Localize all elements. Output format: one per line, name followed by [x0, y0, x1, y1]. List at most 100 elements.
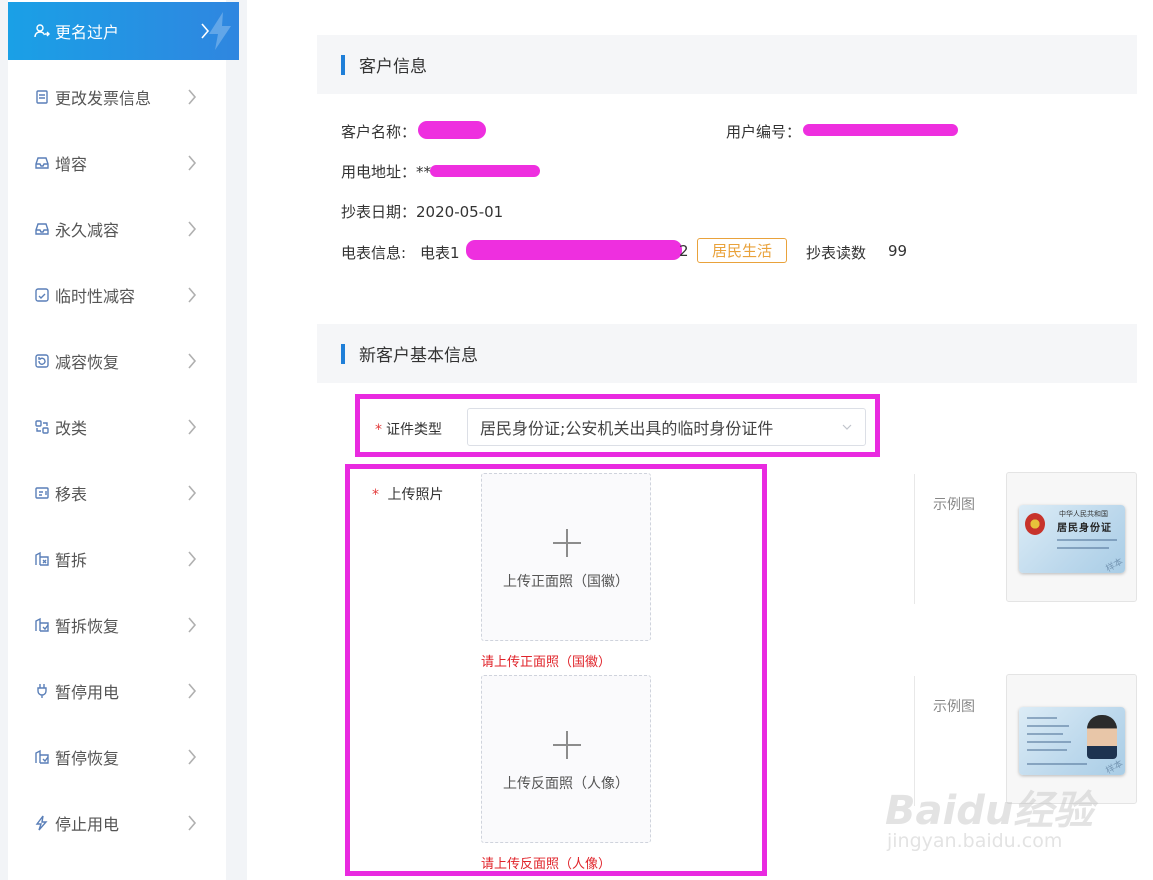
chevron-right-icon — [188, 749, 197, 765]
user-switch-icon — [31, 22, 53, 40]
plus-icon — [553, 731, 581, 759]
temp-reduce-icon — [31, 286, 53, 304]
chevron-right-icon — [188, 353, 197, 369]
sidebar-item-invoice[interactable]: 更改发票信息 — [8, 68, 226, 126]
chevron-right-icon — [188, 485, 197, 501]
upload-label-text: 上传照片 — [387, 487, 444, 503]
sidebar-item-label: 减容恢复 — [55, 353, 120, 372]
sidebar-item-category-change[interactable]: 改类 — [8, 398, 226, 456]
redaction-mark — [430, 165, 540, 177]
app-root: 更名过户 更改发票信息 增容 永久减容 临时性减容 减容恢复 改类 移表 暂拆 … — [0, 0, 1153, 880]
reading-value: 99 — [888, 242, 908, 260]
sidebar-item-label: 更名过户 — [55, 23, 120, 42]
chevron-right-icon — [188, 617, 197, 633]
meter-name: 电表1 — [420, 244, 460, 262]
section-accent-bar — [341, 343, 345, 364]
sidebar-item-permanent-reduce[interactable]: 永久减容 — [8, 200, 226, 258]
plus-icon — [553, 529, 581, 557]
sidebar-item-temp-reduce[interactable]: 临时性减容 — [8, 266, 226, 324]
upload-front-text: 上传正面照（国徽） — [503, 574, 629, 590]
section-title: 客户信息 — [359, 57, 427, 77]
sample-divider — [914, 474, 915, 604]
sidebar-item-label: 临时性减容 — [55, 287, 136, 306]
redaction-mark — [466, 240, 682, 260]
customer-info-header: 客户信息 — [317, 35, 1137, 94]
section-title: 新客户基本信息 — [359, 346, 478, 366]
sidebar-item-reduce-restore[interactable]: 减容恢复 — [8, 332, 226, 390]
card-text-line — [1027, 717, 1057, 719]
sidebar-item-temp-remove-restore[interactable]: 暂拆恢复 — [8, 596, 226, 654]
chevron-right-icon — [188, 155, 197, 171]
user-number-row: 用户编号： — [726, 121, 801, 142]
upload-label: * 上传照片 — [372, 484, 443, 504]
card-sample-stamp: 样本 — [1104, 758, 1125, 775]
invoice-icon — [31, 88, 53, 106]
baidu-jingyan-watermark: Baidu经验 jingyan.baidu.com — [885, 770, 1095, 865]
chevron-right-icon — [188, 89, 197, 105]
new-customer-header: 新客户基本信息 — [317, 324, 1137, 383]
card-text-line — [1027, 741, 1071, 743]
id-type-select[interactable]: 居民身份证;公安机关出具的临时身份证件 — [467, 408, 866, 446]
sidebar-item-capacity-increase[interactable]: 增容 — [8, 134, 226, 192]
sidebar-item-label: 暂拆 — [55, 551, 88, 570]
chevron-right-icon — [188, 683, 197, 699]
meter-move-icon — [31, 484, 53, 502]
chevron-right-icon — [188, 287, 197, 303]
read-date-label: 抄表日期： — [341, 203, 417, 221]
temp-remove-restore-icon — [31, 616, 53, 634]
meter-info-label: 电表信息: — [341, 244, 407, 262]
card-text-line — [1057, 547, 1109, 549]
capacity-increase-icon — [31, 154, 53, 172]
meter-category-tag: 居民生活 — [697, 238, 787, 263]
address-value: ** — [416, 163, 432, 181]
user-number-label: 用户编号： — [726, 123, 802, 141]
sidebar-item-label: 暂停恢复 — [55, 749, 120, 768]
sidebar-item-label: 暂停用电 — [55, 683, 120, 702]
chevron-right-icon — [188, 551, 197, 567]
sample-front-image[interactable]: 中华人民共和国 居民身份证 样本 — [1006, 472, 1137, 602]
id-card-back-illustration: 样本 — [1019, 707, 1125, 775]
sidebar-item-label: 改类 — [55, 419, 88, 438]
customer-name-row: 客户名称： — [341, 121, 416, 142]
redaction-mark — [418, 121, 486, 139]
sidebar-item-pause-restore[interactable]: 暂停恢复 — [8, 728, 226, 786]
chevron-right-icon — [188, 815, 197, 831]
upload-back-photo[interactable]: 上传反面照（人像） — [481, 675, 651, 843]
card-id-number-line — [1027, 763, 1087, 765]
card-text-line — [1027, 725, 1069, 727]
national-emblem-icon — [1025, 513, 1045, 535]
sidebar-item-pause-power[interactable]: 暂停用电 — [8, 662, 226, 720]
section-accent-bar — [341, 54, 345, 75]
id-card-front-illustration: 中华人民共和国 居民身份证 样本 — [1019, 505, 1125, 573]
sample-label-front: 示例图 — [933, 497, 975, 513]
card-text-line — [1027, 749, 1067, 751]
upload-back-error: 请上传反面照（人像） — [481, 857, 612, 872]
portrait-photo — [1087, 715, 1117, 759]
sidebar-item-stop-power[interactable]: 停止用电 — [8, 794, 226, 852]
reading-label: 抄表读数 — [806, 244, 867, 262]
card-text-line — [1057, 539, 1117, 541]
card-sample-stamp: 样本 — [1104, 556, 1125, 573]
id-type-label-text: 证件类型 — [386, 422, 442, 438]
category-change-icon — [31, 418, 53, 436]
read-date-value: 2020-05-01 — [416, 203, 504, 221]
redaction-mark — [803, 124, 958, 136]
meter-number-suffix: 2 — [679, 242, 689, 260]
chevron-right-icon — [201, 23, 210, 39]
address-row: 用电地址：** — [341, 161, 431, 182]
sidebar-item-label: 停止用电 — [55, 815, 120, 834]
upload-front-photo[interactable]: 上传正面照（国徽） — [481, 473, 651, 641]
power-off-icon — [31, 814, 53, 832]
chevron-down-icon — [842, 424, 852, 430]
sidebar-item-temp-remove[interactable]: 暂拆 — [8, 530, 226, 588]
address-label: 用电地址： — [341, 163, 417, 181]
required-mark: * — [375, 422, 382, 438]
sidebar-item-label: 暂拆恢复 — [55, 617, 120, 636]
sidebar-item-rename-transfer[interactable]: 更名过户 — [8, 2, 239, 60]
sidebar-item-meter-move[interactable]: 移表 — [8, 464, 226, 522]
capacity-reduce-icon — [31, 220, 53, 238]
sidebar-item-label: 永久减容 — [55, 221, 120, 240]
plug-icon — [31, 682, 53, 700]
chevron-right-icon — [188, 419, 197, 435]
card-title-small: 中华人民共和国 — [1059, 510, 1108, 518]
